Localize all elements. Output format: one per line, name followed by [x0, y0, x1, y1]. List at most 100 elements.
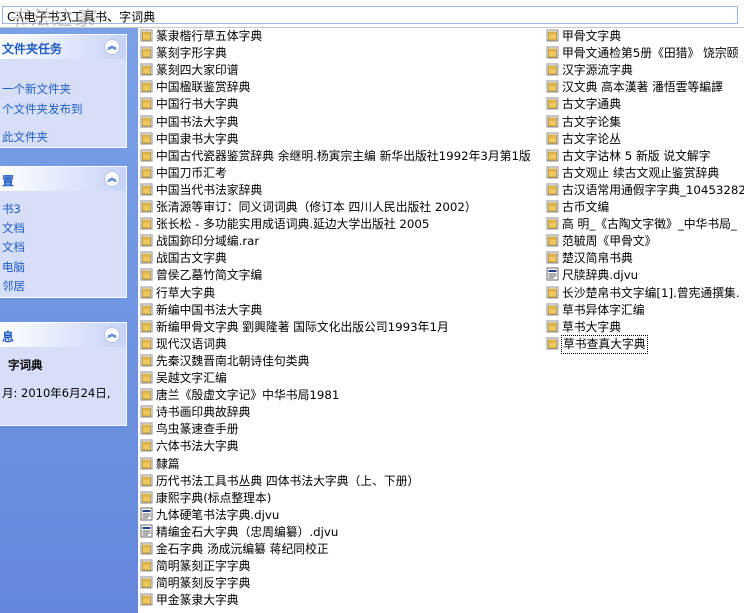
folder-icon [140, 456, 153, 470]
folder-icon [140, 233, 153, 247]
file-item[interactable]: 篆刻四大家印谱 [140, 62, 239, 79]
file-item[interactable]: 中国刀币汇考 [140, 165, 227, 182]
file-item[interactable]: 古文观止 续古文观止鉴赏辞典 [546, 165, 719, 182]
file-name: 甲骨文字典 [562, 29, 621, 43]
folder-icon [140, 131, 153, 145]
file-item[interactable]: 草书大字典 [546, 319, 621, 336]
file-name: 曾侯乙墓竹简文字编 [156, 268, 263, 283]
folder-icon [140, 182, 153, 196]
file-item[interactable]: 汉字源流字典 [546, 62, 633, 79]
file-item[interactable]: 高 明_《古陶文字徵》_中华书局_ [546, 216, 737, 233]
file-item[interactable]: 中国楹联鉴赏辞典 [140, 79, 250, 96]
file-item[interactable]: 中国书法大字典 [140, 114, 239, 131]
task-new-folder[interactable]: 一个新文件夹 [2, 81, 71, 97]
file-item[interactable]: 古汉语常用通假字字典_10453282 [546, 182, 744, 199]
folder-icon [546, 233, 559, 247]
file-item[interactable]: 尺牍辞典.djvu [546, 267, 638, 284]
file-name: 中国书法大字典 [156, 114, 239, 129]
collapse-chevron-icon[interactable]: ︽ [104, 327, 120, 343]
file-name: 古汉语常用通假字字典_10453282 [562, 182, 744, 197]
file-name: 新编甲骨文字典 劉興隆著 国际文化出版公司1993年1月 [156, 319, 449, 334]
folder-icon [140, 28, 153, 42]
place-item[interactable]: 邻居 [2, 278, 25, 294]
task-pane: 文件夹任务 ︽ 一个新文件夹 个文件夹发布到 此文件夹 置 ︽ 书3 文档 文档… [0, 28, 138, 613]
file-item[interactable]: 篆隶楷行草五体字典 [140, 28, 262, 45]
file-item[interactable]: 古文字诂林 5 新版 说文解字 [546, 148, 711, 165]
djvu-file-icon [140, 524, 153, 538]
folder-icon [140, 353, 153, 367]
file-item[interactable]: 现代汉语词典 [140, 336, 227, 353]
file-item[interactable]: 隸篇 [140, 456, 180, 473]
file-item[interactable]: 甲金篆隶大字典 [140, 592, 239, 609]
file-item[interactable]: 鸟虫篆速查手册 [140, 421, 239, 438]
place-item[interactable]: 文档 [2, 239, 25, 255]
place-item[interactable]: 文档 [2, 220, 25, 236]
file-item[interactable]: 张清源等审订：同义词词典（修订本 四川人民出版社 2002） [140, 199, 477, 216]
file-item[interactable]: 长沙楚帛书文字编[1].曾宪通撰集. [546, 285, 740, 302]
folder-icon [546, 79, 559, 93]
file-item[interactable]: 先秦汉魏晋南北朝诗佳句类典 [140, 353, 309, 370]
file-item[interactable]: 战国鉨印分域编.rar [140, 233, 259, 250]
file-item[interactable]: 新编中国书法大字典 [140, 302, 262, 319]
file-name: 草书异体字汇编 [562, 302, 645, 317]
file-item[interactable]: 甲骨文字典 [546, 28, 621, 45]
file-name: 中国行书大字典 [156, 97, 239, 112]
file-name: 楚汉简帛书典 [562, 251, 633, 266]
place-item[interactable]: 书3 [2, 201, 21, 217]
file-item[interactable]: 中国行书大字典 [140, 96, 239, 113]
address-input[interactable]: C:\电子书3\工具书、字词典 [2, 6, 738, 24]
folder-icon [546, 96, 559, 110]
file-item[interactable]: 简明篆刻反字字典 [140, 575, 250, 592]
folder-tasks-header[interactable]: 文件夹任务 ︽ [0, 35, 126, 59]
file-item[interactable]: 篆刻字形字典 [140, 45, 227, 62]
file-item[interactable]: 草书查真大字典 [546, 334, 648, 354]
file-item[interactable]: 简明篆刻正字字典 [140, 558, 250, 575]
file-item[interactable]: 中国当代书法家辞典 [140, 182, 262, 199]
file-name: 范毓周《甲骨文》 [562, 234, 657, 249]
folder-icon [140, 319, 153, 333]
file-item[interactable]: 曾侯乙墓竹简文字编 [140, 267, 262, 284]
file-item[interactable]: 新编甲骨文字典 劉興隆著 国际文化出版公司1993年1月 [140, 319, 449, 336]
file-item[interactable]: 行草大字典 [140, 285, 215, 302]
file-name: 古币文编 [562, 200, 610, 214]
file-name: 先秦汉魏晋南北朝诗佳句类典 [156, 353, 310, 368]
file-item[interactable]: 六体书法大字典 [140, 438, 239, 455]
file-name: 古文观止 续古文观止鉴赏辞典 [562, 165, 720, 180]
file-item[interactable]: 汉文典 高本漢著 潘悟雲等編譯 [546, 79, 723, 96]
file-item[interactable]: 古文字论丛 [546, 131, 621, 148]
details-panel: 息 ︽ 字词典 月: 2010年6月24日, [0, 322, 127, 426]
task-publish-folder[interactable]: 个文件夹发布到 [2, 101, 83, 117]
file-item[interactable]: 精编金石大字典（忠周编纂）.djvu [140, 524, 338, 541]
details-header[interactable]: 息 ︽ [0, 323, 126, 347]
file-name: 张长松 - 多功能实用成语词典.延边大学出版社 2005 [156, 217, 430, 232]
file-item[interactable]: 范毓周《甲骨文》 [546, 233, 656, 250]
details-date: 月: 2010年6月24日, [2, 386, 111, 400]
file-item[interactable]: 康熙字典(标点整理本) [140, 490, 271, 507]
file-item[interactable]: 甲骨文通检第5册《田猎》 饶宗颐 [546, 45, 738, 62]
file-item[interactable]: 历代书法工具书丛典 四体书法大字典（上、下册） [140, 473, 419, 490]
file-item[interactable]: 吴越文字汇编 [140, 370, 227, 387]
folder-icon [140, 199, 153, 213]
file-item[interactable]: 金石字典 汤成沅编纂 蒋纪同校正 [140, 541, 329, 558]
place-item[interactable]: 电脑 [2, 259, 25, 275]
file-item[interactable]: 战国古文字典 [140, 250, 227, 267]
folder-icon [140, 473, 153, 487]
file-item[interactable]: 古文字通典 [546, 96, 621, 113]
file-item[interactable]: 诗书画印典故辞典 [140, 404, 250, 421]
other-places-header[interactable]: 置 ︽ [0, 167, 126, 191]
file-item[interactable]: 中国隶书大字典 [140, 131, 239, 148]
file-item[interactable]: 古文字论集 [546, 114, 621, 131]
file-item[interactable]: 九体硬笔书法字典.djvu [140, 507, 279, 524]
task-share-folder[interactable]: 此文件夹 [2, 129, 48, 145]
collapse-chevron-icon[interactable]: ︽ [104, 171, 120, 187]
file-item[interactable]: 古币文编 [546, 199, 609, 216]
file-item[interactable]: 唐兰《殷虚文字记》中华书局1981 [140, 387, 339, 404]
file-item[interactable]: 张长松 - 多功能实用成语词典.延边大学出版社 2005 [140, 216, 429, 233]
folder-icon [140, 302, 153, 316]
file-item[interactable]: 楚汉简帛书典 [546, 250, 633, 267]
folder-icon [140, 267, 153, 281]
collapse-chevron-icon[interactable]: ︽ [104, 39, 120, 55]
file-name: 古文字通典 [562, 97, 621, 112]
file-item[interactable]: 草书异体字汇编 [546, 302, 645, 319]
file-item[interactable]: 中国古代瓷器鉴赏辞典 余继明.杨寅宗主编 新华出版社1992年3月第1版 [140, 148, 531, 165]
